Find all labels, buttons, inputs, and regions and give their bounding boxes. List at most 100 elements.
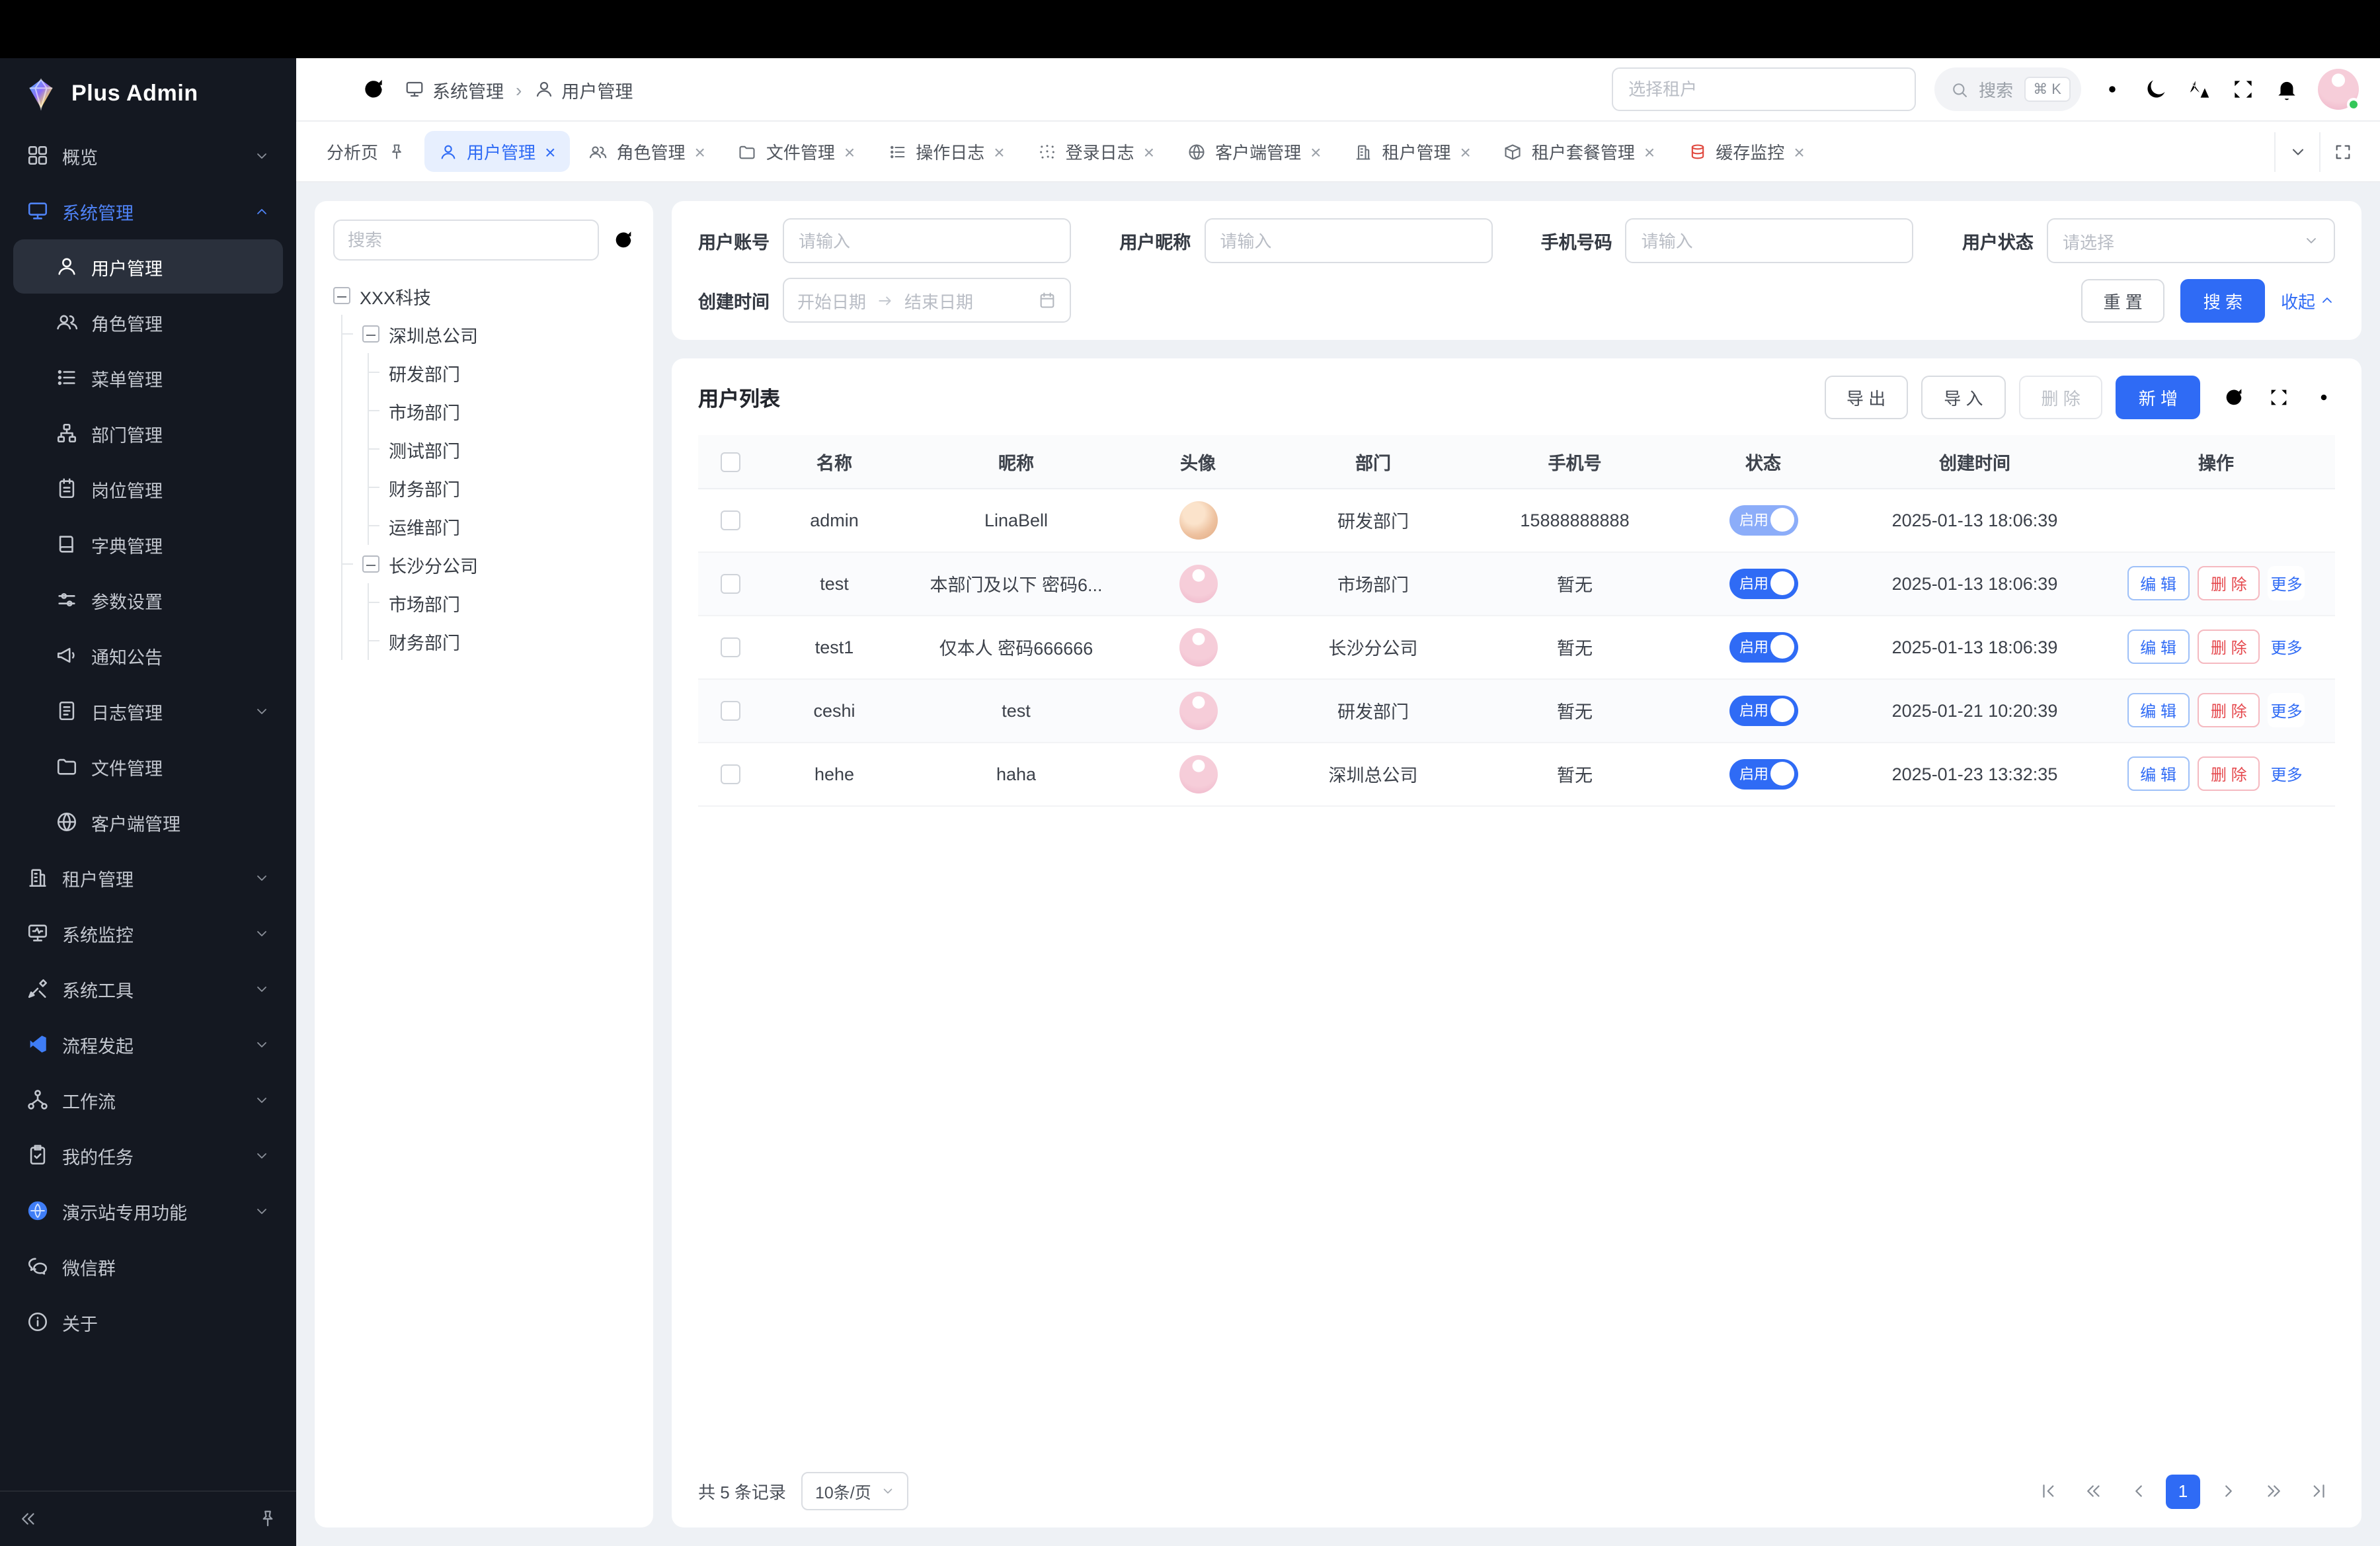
tab-list-dropdown-button[interactable]	[2274, 132, 2319, 171]
tree-collapse-icon[interactable]	[362, 555, 379, 573]
edit-button[interactable]: 编 辑	[2127, 756, 2190, 791]
tree-node-dept[interactable]: 市场部门	[369, 391, 635, 430]
sidebar-item-dept-management[interactable]: 部门管理	[13, 406, 283, 460]
delete-button[interactable]: 删 除	[2019, 376, 2103, 419]
close-icon[interactable]: ×	[1144, 142, 1154, 161]
sidebar-item-param-settings[interactable]: 参数设置	[13, 573, 283, 627]
next-page-button[interactable]	[2211, 1474, 2245, 1508]
row-checkbox[interactable]	[720, 637, 740, 657]
tab-operation-log[interactable]: 操作日志×	[873, 131, 1019, 172]
sidebar-item-system-monitor[interactable]: 系统监控	[13, 906, 283, 960]
tree-search-input[interactable]	[333, 220, 599, 261]
account-input[interactable]	[783, 218, 1071, 263]
more-button[interactable]: 更多	[2268, 566, 2305, 600]
first-page-button[interactable]	[2031, 1474, 2065, 1508]
tab-analysis[interactable]: 分析页	[312, 131, 420, 172]
delete-row-button[interactable]: 删 除	[2198, 756, 2260, 791]
sidebar-item-about[interactable]: 关于	[13, 1295, 283, 1349]
sidebar-item-log-management[interactable]: 日志管理	[13, 684, 283, 738]
notification-bell-icon[interactable]	[2274, 77, 2299, 102]
sidebar-item-menu-management[interactable]: 菜单管理	[13, 350, 283, 405]
edit-button[interactable]: 编 辑	[2127, 693, 2190, 727]
sidebar-item-process-start[interactable]: 流程发起	[13, 1017, 283, 1071]
tree-node-company[interactable]: 深圳总公司	[342, 315, 635, 353]
reset-button[interactable]: 重 置	[2081, 278, 2164, 322]
status-toggle[interactable]: 启用	[1729, 568, 1798, 598]
table-refresh-icon[interactable]	[2223, 386, 2245, 409]
sidebar-item-system-tools[interactable]: 系统工具	[13, 961, 283, 1016]
page-number-button[interactable]: 1	[2166, 1474, 2200, 1508]
last-page-button[interactable]	[2301, 1474, 2335, 1508]
delete-row-button[interactable]: 删 除	[2198, 566, 2260, 600]
edit-button[interactable]: 编 辑	[2127, 630, 2190, 664]
tree-node-dept[interactable]: 测试部门	[369, 430, 635, 468]
more-button[interactable]: 更多	[2268, 693, 2305, 727]
sidebar-item-dict-management[interactable]: 字典管理	[13, 517, 283, 571]
tab-client-management[interactable]: 客户端管理×	[1173, 131, 1335, 172]
tree-node-dept[interactable]: 研发部门	[369, 353, 635, 391]
search-button[interactable]: 搜 索	[2181, 278, 2265, 322]
close-icon[interactable]: ×	[1794, 142, 1804, 161]
jump-forward-button[interactable]	[2256, 1474, 2290, 1508]
close-icon[interactable]: ×	[694, 142, 705, 161]
collapse-filter-link[interactable]: 收起	[2281, 288, 2335, 313]
status-select[interactable]: 请选择	[2047, 218, 2335, 263]
tree-collapse-icon[interactable]	[333, 287, 350, 304]
sidebar-item-role-management[interactable]: 角色管理	[13, 295, 283, 349]
sidebar-item-demo-features[interactable]: 演示站专用功能	[13, 1184, 283, 1238]
pin-sidebar-icon[interactable]	[258, 1509, 278, 1529]
hamburger-menu-icon[interactable]	[317, 77, 342, 102]
sidebar-item-notice[interactable]: 通知公告	[13, 628, 283, 682]
edit-button[interactable]: 编 辑	[2127, 566, 2190, 600]
dark-mode-icon[interactable]	[2143, 77, 2168, 102]
add-button[interactable]: 新 增	[2116, 376, 2200, 419]
export-button[interactable]: 导 出	[1824, 376, 1908, 419]
tree-refresh-icon[interactable]	[612, 229, 635, 251]
tab-login-log[interactable]: 登录日志×	[1023, 131, 1169, 172]
close-icon[interactable]: ×	[844, 142, 855, 161]
sidebar-item-overview[interactable]: 概览	[13, 128, 283, 183]
page-size-select[interactable]: 10条/页	[802, 1472, 908, 1510]
close-icon[interactable]: ×	[1310, 142, 1321, 161]
sidebar-item-post-management[interactable]: 岗位管理	[13, 462, 283, 516]
sidebar-item-system-management[interactable]: 系统管理	[13, 184, 283, 238]
tab-tenant-management[interactable]: 租户管理×	[1339, 131, 1485, 172]
close-icon[interactable]: ×	[994, 142, 1004, 161]
tree-node-dept[interactable]: 市场部门	[369, 583, 635, 622]
row-checkbox[interactable]	[720, 510, 740, 530]
tree-node-company[interactable]: 长沙分公司	[342, 545, 635, 583]
sidebar-item-user-management[interactable]: 用户管理	[13, 239, 283, 294]
row-checkbox[interactable]	[720, 574, 740, 594]
row-checkbox[interactable]	[720, 764, 740, 784]
status-toggle[interactable]: 启用	[1729, 758, 1798, 789]
tab-role-management[interactable]: 角色管理×	[574, 131, 719, 172]
more-button[interactable]: 更多	[2268, 756, 2305, 791]
tab-user-management[interactable]: 用户管理×	[424, 131, 570, 172]
delete-row-button[interactable]: 删 除	[2198, 693, 2260, 727]
language-icon[interactable]	[2187, 77, 2212, 102]
sidebar-item-wechat-group[interactable]: 微信群	[13, 1239, 283, 1293]
sidebar-item-tenant-management[interactable]: 租户管理	[13, 850, 283, 905]
tab-tenant-package[interactable]: 租户套餐管理×	[1489, 131, 1669, 172]
nickname-input[interactable]	[1204, 218, 1492, 263]
sidebar-item-client-management[interactable]: 客户端管理	[13, 795, 283, 849]
more-button[interactable]: 更多	[2268, 630, 2305, 664]
breadcrumb-item-system[interactable]: 系统管理	[405, 76, 504, 102]
select-all-checkbox[interactable]	[720, 452, 740, 471]
refresh-page-icon[interactable]	[361, 77, 386, 102]
breadcrumb-item-user[interactable]: 用户管理	[534, 76, 633, 102]
fullscreen-icon[interactable]	[2231, 77, 2256, 102]
delete-row-button[interactable]: 删 除	[2198, 630, 2260, 664]
content-fullscreen-button[interactable]	[2319, 132, 2364, 171]
tenant-select-input[interactable]	[1611, 67, 1915, 111]
table-fullscreen-icon[interactable]	[2268, 386, 2290, 409]
date-range-picker[interactable]: 开始日期 结束日期	[783, 278, 1071, 323]
jump-back-button[interactable]	[2076, 1474, 2110, 1508]
import-button[interactable]: 导 入	[1921, 376, 2005, 419]
sidebar-item-workflow[interactable]: 工作流	[13, 1073, 283, 1127]
prev-page-button[interactable]	[2121, 1474, 2155, 1508]
tree-node-dept[interactable]: 财务部门	[369, 468, 635, 507]
close-icon[interactable]: ×	[545, 142, 555, 161]
sidebar-item-file-management[interactable]: 文件管理	[13, 739, 283, 793]
user-avatar[interactable]	[2318, 69, 2359, 110]
